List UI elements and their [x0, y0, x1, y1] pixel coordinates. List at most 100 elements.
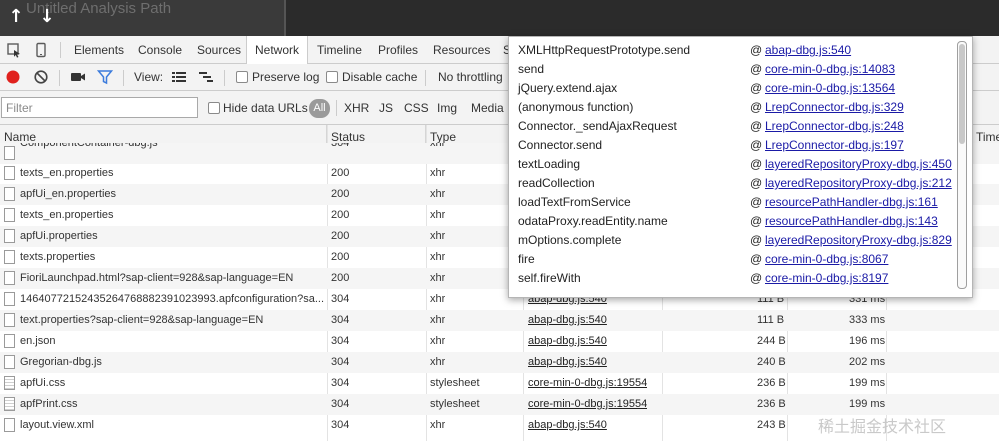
file-icon: [4, 313, 15, 327]
inspect-element-icon[interactable]: [6, 42, 22, 58]
preserve-log-label: Preserve log: [252, 70, 320, 84]
file-icon: [4, 146, 15, 160]
clear-icon[interactable]: [33, 69, 49, 85]
request-status: 200: [331, 209, 350, 221]
request-name: ComponentContainer-dbg.js: [20, 143, 158, 149]
stack-frame-link[interactable]: resourcePathHandler-dbg.js:161: [765, 193, 938, 212]
request-name: apfUi_en.properties: [20, 188, 117, 200]
tab-network[interactable]: Network: [246, 36, 309, 64]
stack-frame: XMLHttpRequestPrototype.send @ abap-dbg.…: [509, 41, 972, 60]
at-symbol: @: [750, 195, 763, 209]
request-size: 111 B: [757, 314, 785, 326]
request-type: xhr: [430, 272, 446, 284]
file-icon: [4, 334, 15, 348]
request-initiator-link[interactable]: abap-dbg.js:540: [528, 415, 607, 436]
device-mode-icon[interactable]: [33, 42, 49, 58]
request-name: texts_en.properties: [20, 167, 114, 179]
stack-frame-link[interactable]: resourcePathHandler-dbg.js:143: [765, 212, 938, 231]
stack-frame: send @ core-min-0-dbg.js:14083: [509, 60, 972, 79]
stack-frame-link[interactable]: core-min-0-dbg.js:14083: [765, 60, 895, 79]
request-type: xhr: [430, 314, 446, 326]
stack-frame-link[interactable]: layeredRepositoryProxy-dbg.js:212: [765, 174, 952, 193]
stack-frame-link[interactable]: core-min-0-dbg.js:13564: [765, 79, 895, 98]
arrow-up-icon[interactable]: ↑: [6, 6, 26, 28]
at-symbol: @: [750, 100, 763, 114]
tab-sources[interactable]: Sources: [189, 36, 249, 63]
at-symbol: @: [750, 252, 763, 266]
hide-data-urls-checkbox[interactable]: [208, 102, 220, 114]
filter-type-img[interactable]: Img: [437, 91, 457, 125]
record-icon[interactable]: [5, 69, 21, 85]
stack-frame-link[interactable]: LrepConnector-dbg.js:197: [765, 136, 904, 155]
request-name: texts_en.properties: [20, 209, 114, 221]
waterfall-view-icon[interactable]: [198, 69, 214, 85]
request-initiator-link[interactable]: core-min-0-dbg.js:19554: [528, 373, 647, 394]
request-size: 236 B: [757, 398, 786, 410]
table-row[interactable]: Gregorian-dbg.js 304 xhr abap-dbg.js:540…: [0, 352, 999, 373]
tab-console[interactable]: Console: [130, 36, 190, 63]
toolbar-divider: [60, 42, 61, 58]
request-initiator-link[interactable]: abap-dbg.js:540: [528, 352, 607, 373]
capture-screenshots-icon[interactable]: [70, 69, 86, 85]
request-status: 304: [331, 143, 350, 149]
stack-frame-function: loadTextFromService: [518, 195, 631, 209]
filter-icon[interactable]: [97, 69, 113, 85]
stack-frame-function: send: [518, 62, 545, 76]
filter-type-all[interactable]: All: [309, 99, 330, 118]
stack-frame-link[interactable]: LrepConnector-dbg.js:329: [765, 98, 904, 117]
filter-input[interactable]: [1, 97, 198, 118]
request-initiator-link[interactable]: abap-dbg.js:540: [528, 310, 607, 331]
request-status: 304: [331, 335, 350, 347]
at-symbol: @: [750, 233, 763, 247]
table-row[interactable]: text.properties?sap-client=928&sap-langu…: [0, 310, 999, 331]
request-status: 304: [331, 356, 350, 368]
stack-frame-function: self.fireWith: [518, 271, 581, 285]
popup-scrollbar[interactable]: [957, 41, 967, 289]
stack-frame-function: textLoading: [518, 157, 581, 171]
request-status: 200: [331, 272, 350, 284]
at-symbol: @: [750, 214, 763, 228]
stack-frame-function: XMLHttpRequestPrototype.send: [518, 43, 691, 57]
at-symbol: @: [750, 271, 763, 285]
request-type: xhr: [430, 419, 446, 431]
request-name: FioriLaunchpad.html?sap-client=928&sap-l…: [20, 272, 294, 284]
arrow-down-icon[interactable]: ↓: [37, 6, 57, 28]
app-header: Untitled Analysis Path ↑ ↓: [0, 0, 999, 36]
table-row[interactable]: apfUi.css 304 stylesheet core-min-0-dbg.…: [0, 373, 999, 394]
stack-frame-link[interactable]: core-min-0-dbg.js:8067: [765, 250, 888, 269]
tab-timeline[interactable]: Timeline: [309, 36, 370, 63]
table-row[interactable]: apfPrint.css 304 stylesheet core-min-0-d…: [0, 394, 999, 415]
file-icon: [4, 187, 15, 201]
stack-frame-link[interactable]: layeredRepositoryProxy-dbg.js:450: [765, 155, 952, 174]
table-row[interactable]: en.json 304 xhr abap-dbg.js:540 244 B 19…: [0, 331, 999, 352]
filter-type-css[interactable]: CSS: [404, 91, 429, 125]
request-status: 200: [331, 188, 350, 200]
request-size: 236 B: [757, 377, 786, 389]
stack-frame: jQuery.extend.ajax @ core-min-0-dbg.js:1…: [509, 79, 972, 98]
stack-frame-link[interactable]: LrepConnector-dbg.js:248: [765, 117, 904, 136]
request-initiator-link[interactable]: core-min-0-dbg.js:19554: [528, 394, 647, 415]
popup-scrollbar-thumb[interactable]: [959, 44, 965, 144]
request-type: stylesheet: [430, 377, 480, 389]
stack-frame-link[interactable]: layeredRepositoryProxy-dbg.js:829: [765, 231, 952, 250]
disable-cache-checkbox[interactable]: [326, 71, 338, 83]
toolbar-divider: [336, 100, 337, 116]
tab-resources[interactable]: Resources: [425, 36, 498, 63]
request-time: 333 ms: [849, 314, 886, 326]
tab-profiles[interactable]: Profiles: [370, 36, 426, 63]
list-view-icon[interactable]: [171, 69, 187, 85]
tab-elements[interactable]: Elements: [66, 36, 132, 63]
throttling-select[interactable]: No throttling: [438, 64, 503, 91]
filter-type-js[interactable]: JS: [379, 91, 393, 125]
request-status: 200: [331, 230, 350, 242]
stack-frame-link[interactable]: abap-dbg.js:540: [765, 41, 851, 60]
stack-frame: fire @ core-min-0-dbg.js:8067: [509, 250, 972, 269]
request-initiator-link[interactable]: abap-dbg.js:540: [528, 331, 607, 352]
stack-frame-function: Connector._sendAjaxRequest: [518, 119, 677, 133]
preserve-log-checkbox[interactable]: [236, 71, 248, 83]
filter-type-xhr[interactable]: XHR: [344, 91, 369, 125]
filter-type-media[interactable]: Media: [471, 91, 504, 125]
request-type: xhr: [430, 143, 446, 149]
stack-frame-function: (anonymous function): [518, 100, 634, 114]
stack-frame-link[interactable]: core-min-0-dbg.js:8197: [765, 269, 888, 288]
